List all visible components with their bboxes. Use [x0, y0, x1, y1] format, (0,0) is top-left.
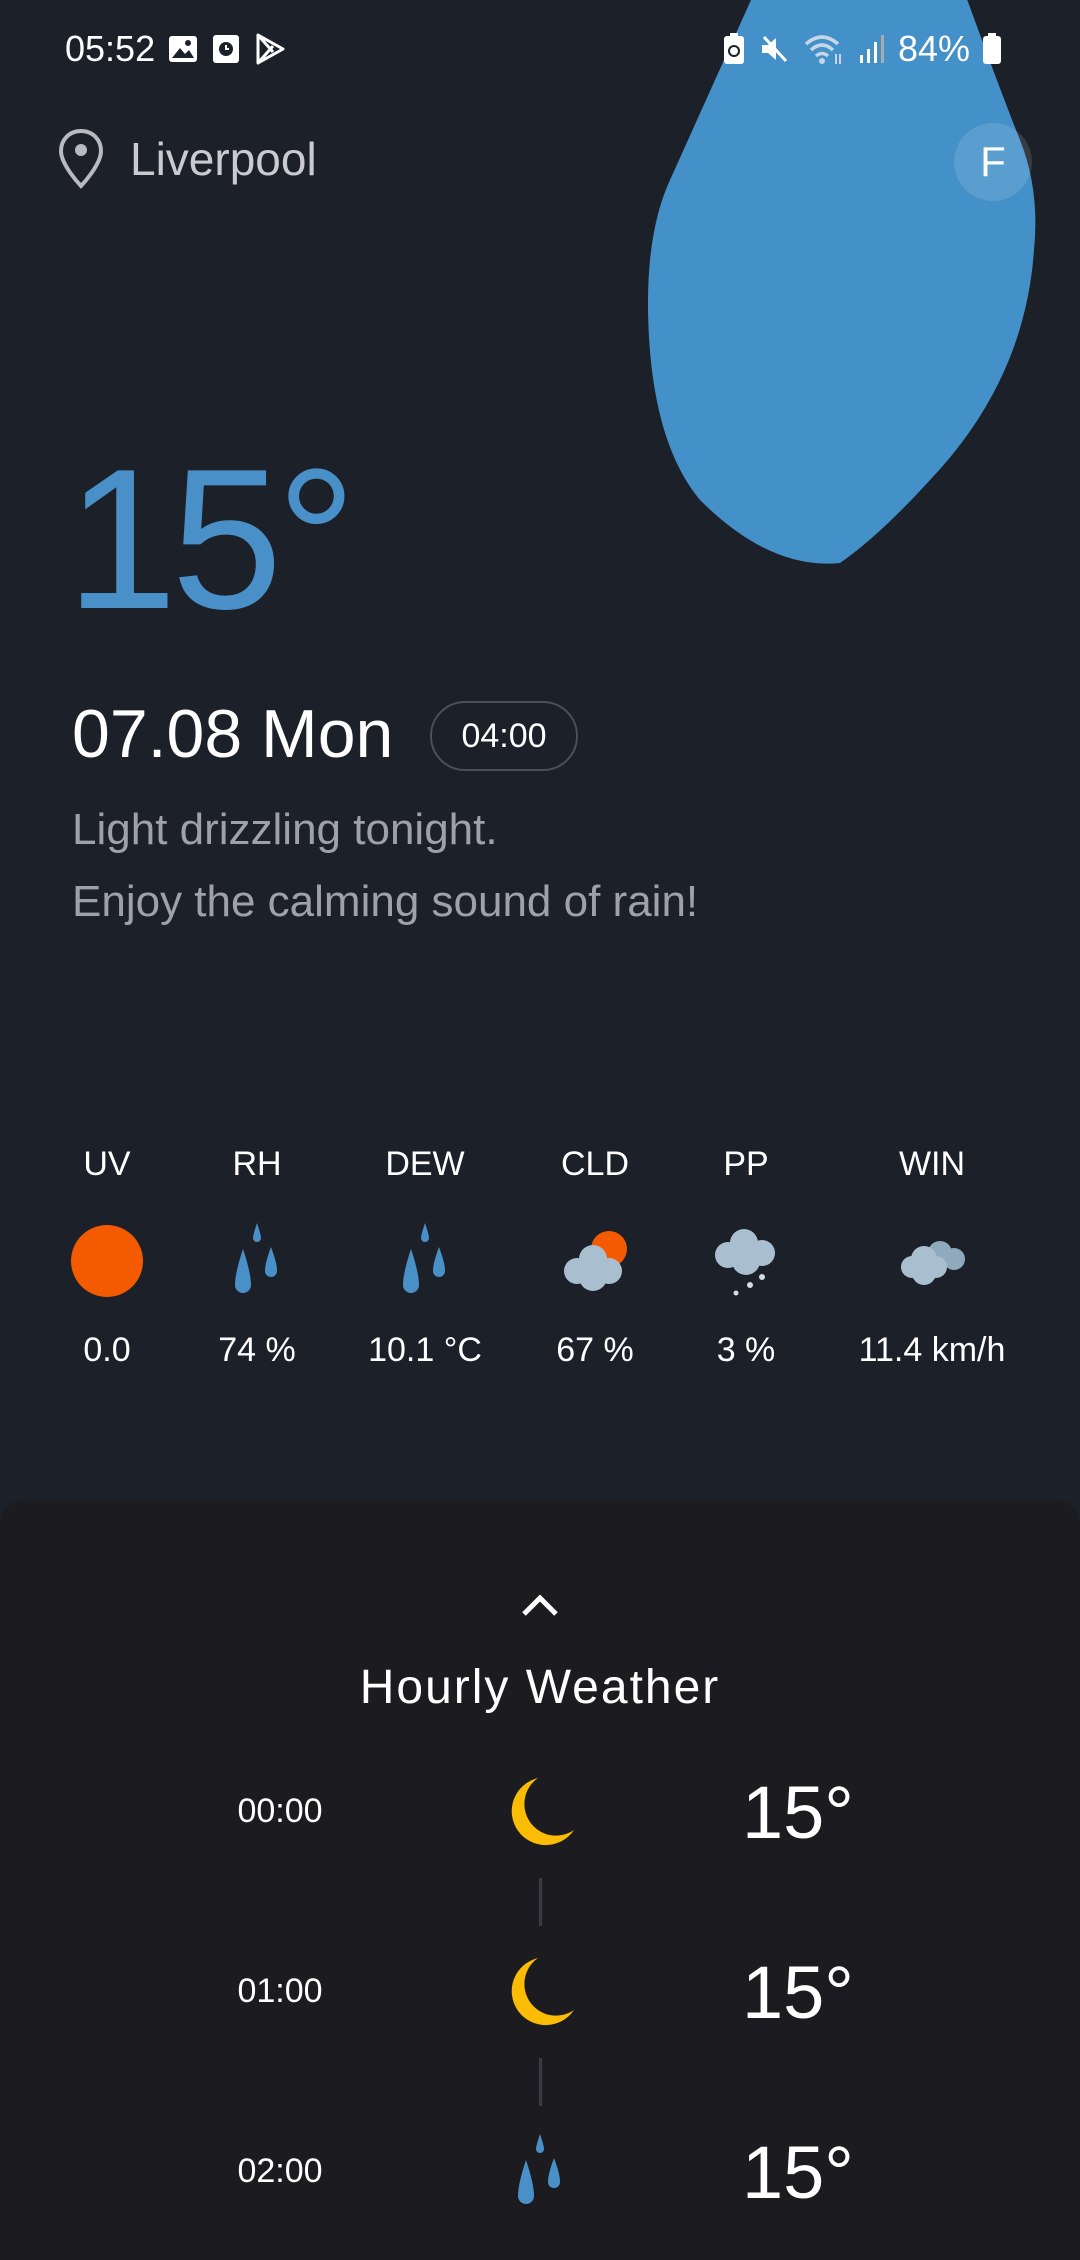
hourly-title: Hourly Weather	[359, 1661, 721, 1714]
signal-icon	[860, 35, 884, 63]
location-pin-icon	[58, 128, 104, 189]
chevron-up-icon[interactable]	[520, 1592, 560, 1618]
hourly-row: 02:00 15°	[0, 2122, 1080, 2222]
moon-icon	[511, 1778, 574, 1846]
weather-description-line2: Enjoy the calming sound of rain!	[72, 877, 699, 926]
hourly-time: 01:00	[237, 1972, 323, 2010]
wifi-icon	[804, 35, 841, 64]
metric-win: WIN 11.4 km/h	[832, 1145, 1032, 1370]
location-name: Liverpool	[130, 133, 317, 185]
metric-label: PP	[723, 1145, 769, 1183]
status-bar-right: 84%	[722, 26, 1002, 72]
hourly-time: 02:00	[237, 2152, 323, 2190]
sun-icon	[71, 1225, 143, 1297]
play-store-icon	[256, 33, 285, 65]
metric-value: 3 %	[716, 1331, 776, 1369]
clock-icon	[213, 35, 240, 63]
moon-icon	[511, 1958, 574, 2026]
timeline-connector	[539, 1878, 542, 1926]
raindrops-icon	[518, 2134, 560, 2204]
raindrops-icon	[403, 1223, 445, 1293]
battery-icon	[983, 33, 1002, 64]
metric-pp: PP 3 %	[646, 1145, 846, 1370]
hourly-time: 00:00	[237, 1792, 323, 1830]
metric-value: 11.4 km/h	[858, 1331, 1006, 1369]
cloud-snow-icon	[715, 1229, 775, 1296]
status-bar-left: 05:52	[65, 26, 287, 72]
partly-cloudy-icon	[564, 1231, 627, 1291]
raindrops-icon	[235, 1223, 277, 1293]
current-time-pill: 04:00	[430, 701, 578, 771]
current-date: 07.08 Mon	[72, 696, 394, 772]
clouds-icon	[901, 1241, 965, 1285]
weather-description-line1: Light drizzling tonight.	[72, 805, 498, 854]
hourly-row: 01:00 15°	[0, 1942, 1080, 2042]
status-time: 05:52	[65, 28, 156, 69]
battery-percent: 84%	[898, 28, 971, 69]
hourly-row: 00:00 15°	[0, 1762, 1080, 1862]
hourly-temp: 15°	[742, 1951, 854, 2034]
hourly-temp: 15°	[742, 2131, 854, 2214]
current-temperature: 15°	[66, 428, 356, 651]
mute-icon	[762, 35, 788, 63]
location-selector[interactable]: Liverpool	[58, 128, 317, 190]
timeline-connector	[539, 2058, 542, 2106]
raindrop-illustration	[647, 0, 1036, 564]
battery-saver-icon	[724, 33, 744, 64]
gallery-icon	[169, 36, 198, 62]
hourly-temp: 15°	[742, 1771, 854, 1854]
avatar-button[interactable]: F	[954, 123, 1032, 201]
metric-label: WIN	[898, 1145, 966, 1183]
